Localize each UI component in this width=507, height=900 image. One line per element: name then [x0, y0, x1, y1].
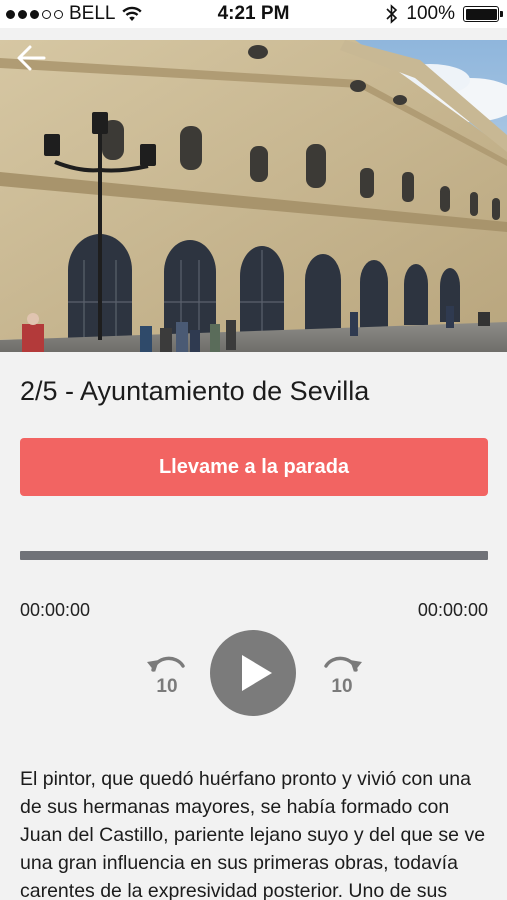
forward-10-button[interactable]: 10 — [320, 650, 366, 697]
hero-image — [0, 40, 507, 352]
status-right: 100% — [386, 3, 503, 25]
stop-title: 2/5 - Ayuntamiento de Sevilla — [20, 376, 370, 406]
total-time: 00:00:00 — [417, 600, 488, 620]
stop-description: El pintor, que quedó huérfano pronto y v… — [20, 768, 486, 900]
take-me-to-stop-label: Llevame a la parada — [158, 455, 350, 478]
rewind-10-icon: 10 — [147, 656, 185, 697]
audio-progress-bar[interactable] — [20, 551, 488, 560]
rewind-10-label: 10 — [156, 676, 177, 696]
play-icon — [242, 655, 272, 691]
forward-10-label: 10 — [331, 676, 352, 696]
take-me-to-stop-button[interactable]: Llevame a la parada — [20, 438, 488, 496]
battery-percent: 100% — [406, 3, 455, 24]
battery-icon — [463, 6, 503, 22]
rewind-10-button[interactable]: 10 — [143, 650, 189, 697]
back-button[interactable] — [14, 42, 50, 74]
play-button[interactable] — [210, 630, 296, 716]
elapsed-time: 00:00:00 — [20, 600, 91, 620]
arrow-left-icon — [17, 45, 46, 71]
bluetooth-icon — [386, 4, 398, 24]
status-bar: BELL 4:21 PM 100% — [0, 0, 507, 28]
forward-10-icon: 10 — [324, 656, 362, 697]
player-controls: 10 10 — [0, 628, 507, 718]
